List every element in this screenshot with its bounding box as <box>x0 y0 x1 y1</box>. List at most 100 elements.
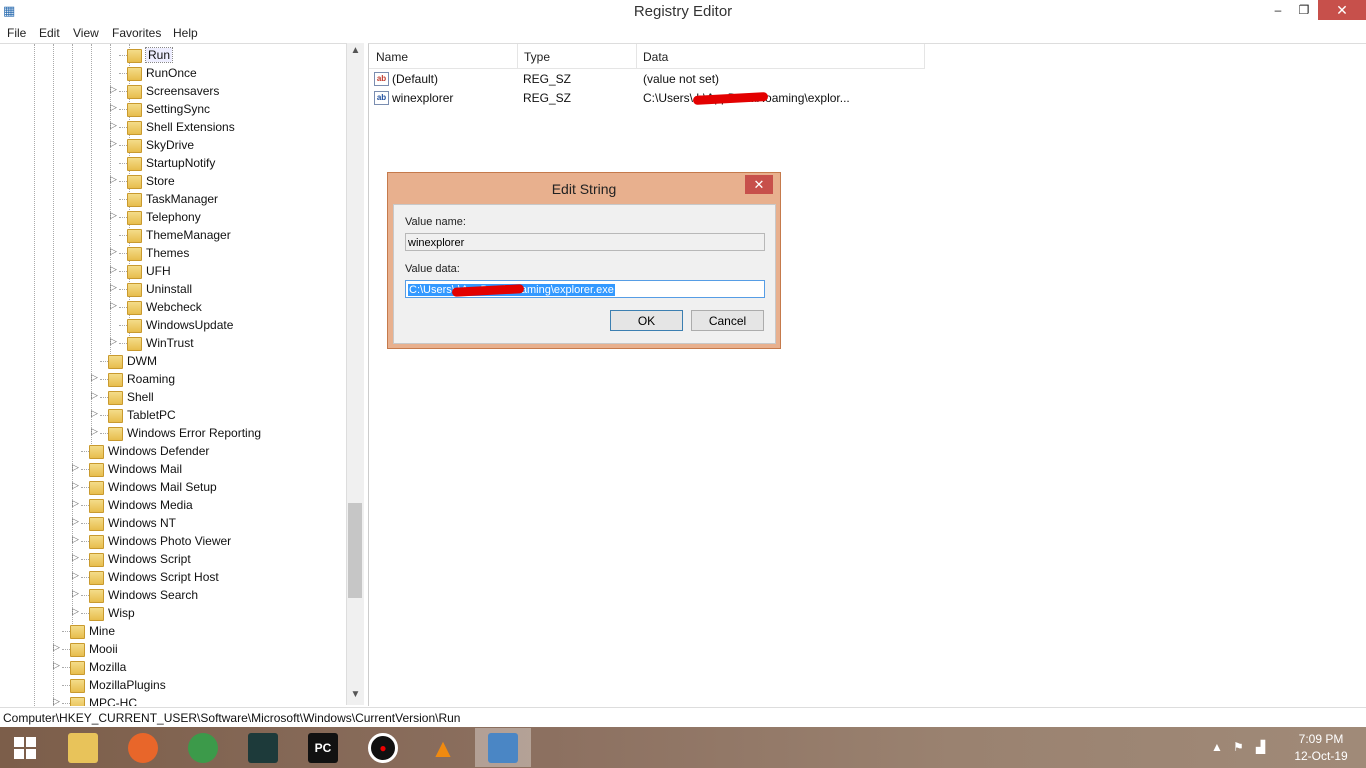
tree-item-webcheck[interactable]: ▷ Webcheck <box>0 298 346 316</box>
status-bar: Computer\HKEY_CURRENT_USER\Software\Micr… <box>0 707 1366 728</box>
expand-arrow-icon[interactable]: ▷ <box>110 264 120 275</box>
tree-item-windows-search[interactable]: ▷ Windows Search <box>0 586 346 604</box>
tree-item-windows-photo-viewer[interactable]: ▷ Windows Photo Viewer <box>0 532 346 550</box>
tree-item-windows-mail[interactable]: ▷ Windows Mail <box>0 460 346 478</box>
tree-item-mine[interactable]: Mine <box>0 622 346 640</box>
tree-item-tabletpc[interactable]: ▷ TabletPC <box>0 406 346 424</box>
expand-arrow-icon[interactable]: ▷ <box>72 570 82 581</box>
tree-item-windows-script-host[interactable]: ▷ Windows Script Host <box>0 568 346 586</box>
menu-edit[interactable]: Edit <box>39 26 60 40</box>
column-data[interactable]: Data <box>636 44 925 69</box>
tree-item-taskmanager[interactable]: TaskManager <box>0 190 346 208</box>
key-tree[interactable]: Run RunOnce ▷ Screensavers ▷ SettingSync ▷ Shel… <box>0 43 346 706</box>
cancel-button[interactable]: Cancel <box>691 310 764 331</box>
column-type[interactable]: Type <box>517 44 637 69</box>
expand-arrow-icon[interactable]: ▷ <box>91 408 101 419</box>
expand-arrow-icon[interactable]: ▷ <box>110 300 120 311</box>
tree-item-wisp[interactable]: ▷ Wisp <box>0 604 346 622</box>
taskbar-recorder-button[interactable]: ● <box>355 728 411 767</box>
menu-help[interactable]: Help <box>173 26 198 40</box>
ok-button[interactable]: OK <box>610 310 683 331</box>
start-button[interactable] <box>0 727 50 768</box>
tree-item-screensavers[interactable]: ▷ Screensavers <box>0 82 346 100</box>
expand-arrow-icon[interactable]: ▷ <box>110 84 120 95</box>
minimize-button[interactable]: – <box>1264 0 1292 20</box>
tree-item-uninstall[interactable]: ▷ Uninstall <box>0 280 346 298</box>
menu-favorites[interactable]: Favorites <box>112 26 161 40</box>
tree-item-runonce[interactable]: RunOnce <box>0 64 346 82</box>
tree-item-windows-script[interactable]: ▷ Windows Script <box>0 550 346 568</box>
tree-item-windows-mail-setup[interactable]: ▷ Windows Mail Setup <box>0 478 346 496</box>
tree-item-windows-media[interactable]: ▷ Windows Media <box>0 496 346 514</box>
tree-item-roaming[interactable]: ▷ Roaming <box>0 370 346 388</box>
tree-item-mooii[interactable]: ▷ Mooii <box>0 640 346 658</box>
expand-arrow-icon[interactable]: ▷ <box>72 516 82 527</box>
window-title: Registry Editor <box>633 3 733 20</box>
tree-item-windows-defender[interactable]: Windows Defender <box>0 442 346 460</box>
tree-scrollbar[interactable]: ▲ ▼ <box>346 43 364 705</box>
tree-item-thememanager[interactable]: ThemeManager <box>0 226 346 244</box>
expand-arrow-icon[interactable]: ▷ <box>91 390 101 401</box>
taskbar-chrome-button[interactable] <box>175 728 231 767</box>
menu-file[interactable]: File <box>7 26 26 40</box>
tree-item-skydrive[interactable]: ▷ SkyDrive <box>0 136 346 154</box>
scroll-thumb[interactable] <box>348 503 362 598</box>
tree-item-mozillaplugins[interactable]: MozillaPlugins <box>0 676 346 694</box>
expand-arrow-icon[interactable]: ▷ <box>53 660 63 671</box>
tree-item-settingsync[interactable]: ▷ SettingSync <box>0 100 346 118</box>
taskbar-clock[interactable]: 7:09 PM 12-Oct-19 <box>1290 732 1352 763</box>
expand-arrow-icon[interactable]: ▷ <box>53 642 63 653</box>
tree-item-wintrust[interactable]: ▷ WinTrust <box>0 334 346 352</box>
tree-item-telephony[interactable]: ▷ Telephony <box>0 208 346 226</box>
expand-arrow-icon[interactable]: ▷ <box>72 588 82 599</box>
value-name-field[interactable]: winexplorer <box>405 233 765 251</box>
menu-view[interactable]: View <box>73 26 99 40</box>
dialog-close-button[interactable]: ✕ <box>745 175 773 194</box>
tree-item-dwm[interactable]: DWM <box>0 352 346 370</box>
show-hidden-icons-icon[interactable]: ▲ <box>1211 740 1223 754</box>
tree-item-mpc-hc[interactable]: ▷ MPC-HC <box>0 694 346 706</box>
expand-arrow-icon[interactable]: ▷ <box>110 210 120 221</box>
expand-arrow-icon[interactable]: ▷ <box>72 606 82 617</box>
expand-arrow-icon[interactable]: ▷ <box>110 282 120 293</box>
expand-arrow-icon[interactable]: ▷ <box>91 426 101 437</box>
expand-arrow-icon[interactable]: ▷ <box>110 336 120 347</box>
close-button[interactable]: ✕ <box>1318 0 1366 20</box>
expand-arrow-icon[interactable]: ▷ <box>91 372 101 383</box>
scroll-up-arrow-icon[interactable]: ▲ <box>347 45 364 56</box>
tree-item-store[interactable]: ▷ Store <box>0 172 346 190</box>
taskbar-pycharm-button[interactable]: PC <box>295 728 351 767</box>
tree-item-windowsupdate[interactable]: WindowsUpdate <box>0 316 346 334</box>
taskbar-regedit-button[interactable] <box>475 728 531 767</box>
maximize-button[interactable]: ❐ <box>1290 0 1318 20</box>
expand-arrow-icon[interactable]: ▷ <box>72 534 82 545</box>
network-signal-icon[interactable]: ▟ <box>1256 740 1265 754</box>
tree-item-mozilla[interactable]: ▷ Mozilla <box>0 658 346 676</box>
expand-arrow-icon[interactable]: ▷ <box>110 138 120 149</box>
expand-arrow-icon[interactable]: ▷ <box>110 246 120 257</box>
expand-arrow-icon[interactable]: ▷ <box>72 480 82 491</box>
scroll-down-arrow-icon[interactable]: ▼ <box>347 689 364 700</box>
expand-arrow-icon[interactable]: ▷ <box>72 552 82 563</box>
expand-arrow-icon[interactable]: ▷ <box>110 120 120 131</box>
tree-item-windows-nt[interactable]: ▷ Windows NT <box>0 514 346 532</box>
taskbar-firefox-button[interactable] <box>115 728 171 767</box>
expand-arrow-icon[interactable]: ▷ <box>72 498 82 509</box>
expand-arrow-icon[interactable]: ▷ <box>110 102 120 113</box>
tree-item-ufh[interactable]: ▷ UFH <box>0 262 346 280</box>
tree-item-shell-extensions[interactable]: ▷ Shell Extensions <box>0 118 346 136</box>
action-center-flag-icon[interactable]: ⚑ <box>1233 740 1244 754</box>
tree-item-themes[interactable]: ▷ Themes <box>0 244 346 262</box>
taskbar-vlc-button[interactable]: ▲ <box>415 728 471 767</box>
value-list[interactable]: Name Type Data ab (Default) REG_SZ (valu… <box>368 43 1366 706</box>
column-name[interactable]: Name <box>369 44 518 69</box>
tree-item-startupnotify[interactable]: StartupNotify <box>0 154 346 172</box>
expand-arrow-icon[interactable]: ▷ <box>72 462 82 473</box>
taskbar-file-explorer-button[interactable] <box>55 728 111 767</box>
tree-item-shell[interactable]: ▷ Shell <box>0 388 346 406</box>
tree-item-windows-error-reporting[interactable]: ▷ Windows Error Reporting <box>0 424 346 442</box>
tree-item-run[interactable]: Run <box>0 46 346 64</box>
expand-arrow-icon[interactable]: ▷ <box>53 696 63 706</box>
expand-arrow-icon[interactable]: ▷ <box>110 174 120 185</box>
taskbar-filmora-button[interactable] <box>235 728 291 767</box>
